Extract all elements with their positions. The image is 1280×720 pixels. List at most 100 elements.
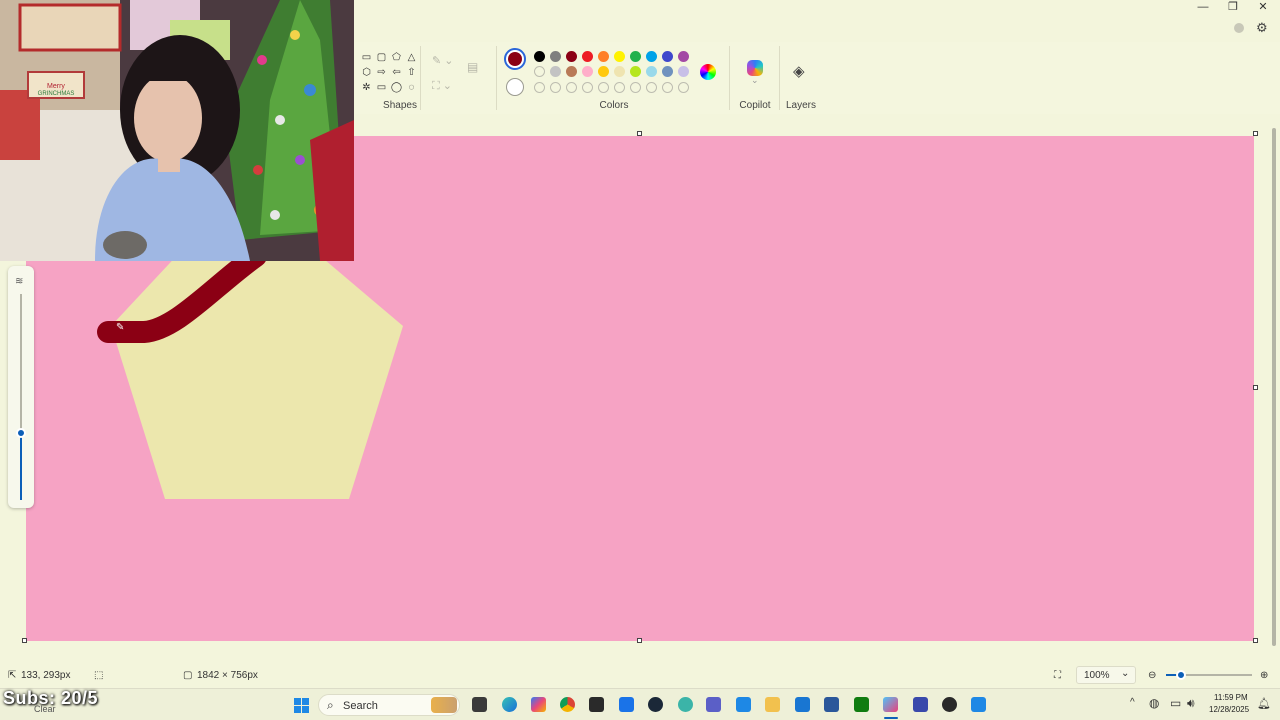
rectangle-shape-icon[interactable]: ▭ — [359, 50, 374, 65]
palette-swatch[interactable] — [598, 66, 609, 77]
edit-colors-icon[interactable] — [700, 64, 716, 80]
hexagon-shape-icon[interactable]: ⬡ — [359, 65, 374, 80]
palette-swatch[interactable] — [662, 82, 673, 93]
outline-brush-icon[interactable]: ✎ ⌄ — [432, 54, 454, 67]
shape-properties-icon[interactable]: ▤ — [467, 60, 478, 74]
arrow-left-shape-icon[interactable]: ⇦ — [389, 65, 404, 80]
volume-icon[interactable]: 🔊︎ — [1187, 696, 1195, 711]
palette-swatch[interactable] — [566, 82, 577, 93]
zoom-slider-thumb[interactable] — [1176, 670, 1186, 680]
network-globe-icon[interactable]: ◍ — [1149, 696, 1159, 710]
app-purple-icon[interactable] — [913, 697, 928, 712]
start-windows-icon[interactable] — [294, 698, 309, 713]
palette-swatch[interactable] — [646, 66, 657, 77]
palette-swatch[interactable] — [582, 82, 593, 93]
polygon-shape-icon[interactable]: ⬠ — [389, 50, 404, 65]
palette-swatch[interactable] — [550, 51, 561, 62]
palette-swatch[interactable] — [630, 82, 641, 93]
palette-swatch[interactable] — [678, 66, 689, 77]
palette-swatch[interactable] — [646, 51, 657, 62]
epic-games-icon[interactable] — [589, 697, 604, 712]
resize-handle[interactable] — [1253, 131, 1258, 136]
palette-swatch[interactable] — [662, 66, 673, 77]
palette-swatch[interactable] — [550, 66, 561, 77]
copilot-app-icon[interactable] — [531, 697, 546, 712]
palette-swatch[interactable] — [678, 51, 689, 62]
zoom-slider[interactable] — [1166, 670, 1252, 680]
palette-swatch[interactable] — [678, 82, 689, 93]
steam-icon[interactable] — [648, 697, 663, 712]
palette-swatch[interactable] — [582, 51, 593, 62]
slider-thumb[interactable] — [16, 428, 26, 438]
palette-swatch[interactable] — [566, 66, 577, 77]
app-teal-icon[interactable] — [678, 697, 693, 712]
star-shape-icon[interactable]: ✲ — [359, 80, 374, 95]
secondary-color-selector[interactable] — [506, 78, 524, 96]
triangle-shape-icon[interactable]: △ — [404, 50, 419, 65]
palette-swatch[interactable] — [566, 51, 577, 62]
mail-icon[interactable] — [795, 697, 810, 712]
chrome-icon[interactable] — [560, 697, 575, 712]
copilot-icon[interactable] — [747, 60, 763, 76]
resize-handle[interactable] — [22, 638, 27, 643]
fill-bucket-icon[interactable]: ⛶ ⌄ — [432, 79, 452, 93]
palette-swatch[interactable] — [534, 82, 545, 93]
task-view-icon[interactable] — [472, 697, 487, 712]
brush-size-slider[interactable]: ≋ — [8, 266, 34, 508]
palette-swatch[interactable] — [614, 66, 625, 77]
rounded-rectangle-shape-icon[interactable]: ▢ — [374, 50, 389, 65]
oval-callout-shape-icon[interactable]: ◯ — [389, 80, 404, 95]
palette-swatch[interactable] — [550, 82, 561, 93]
heart-app-icon[interactable] — [736, 697, 751, 712]
resize-handle[interactable] — [1253, 385, 1258, 390]
copilot-dropdown-icon[interactable]: ⌄ — [751, 75, 759, 86]
palette-swatch[interactable] — [630, 66, 641, 77]
file-explorer-icon[interactable] — [765, 697, 780, 712]
paint-app-icon[interactable] — [883, 697, 898, 712]
layers-icon[interactable]: ◈ — [793, 62, 805, 80]
palette-swatch[interactable] — [646, 82, 657, 93]
app-blue-a-icon[interactable] — [619, 697, 634, 712]
palette-swatch[interactable] — [534, 66, 545, 77]
resize-handle[interactable] — [1253, 638, 1258, 643]
palette-swatch[interactable] — [630, 51, 641, 62]
zoom-in-icon[interactable]: ⊕ — [1260, 670, 1268, 681]
account-icon[interactable] — [1234, 23, 1244, 33]
palette-swatch[interactable] — [598, 82, 609, 93]
zoom-out-icon[interactable]: ⊖ — [1148, 670, 1156, 681]
taskbar-search[interactable]: ⌕ Search — [318, 694, 460, 716]
palette-swatch[interactable] — [534, 51, 545, 62]
notification-bell-icon[interactable]: 🔔︎ — [1257, 697, 1271, 710]
restore-button[interactable]: ❐ — [1218, 0, 1248, 14]
settings-gear-icon[interactable]: ⚙ — [1256, 20, 1268, 36]
palette-swatch[interactable] — [582, 66, 593, 77]
xbox-icon[interactable] — [854, 697, 869, 712]
palette-swatch[interactable] — [662, 51, 673, 62]
edge-icon[interactable] — [502, 697, 517, 712]
taskbar: Clear ⌕ Search ^ ◍ ▭ 🔊︎ 11:59 PM 12/28/2… — [0, 688, 1280, 720]
teams-icon[interactable] — [706, 697, 721, 712]
clock-time[interactable]: 11:59 PM — [1214, 693, 1248, 702]
arrow-up-shape-icon[interactable]: ⇧ — [404, 65, 419, 80]
store-icon[interactable] — [824, 697, 839, 712]
obs-icon[interactable] — [942, 697, 957, 712]
cloud-callout-shape-icon[interactable]: ◌ — [404, 80, 419, 95]
arrow-right-shape-icon[interactable]: ⇨ — [374, 65, 389, 80]
display-icon[interactable]: ▭ — [1170, 696, 1181, 710]
tray-overflow-icon[interactable]: ^ — [1130, 697, 1135, 708]
vertical-scrollbar[interactable] — [1272, 128, 1276, 646]
callout-shape-icon[interactable]: ▭ — [374, 80, 389, 95]
fit-to-window-icon[interactable]: ⛶ — [1054, 670, 1061, 681]
palette-swatch[interactable] — [614, 82, 625, 93]
resize-handle[interactable] — [637, 638, 642, 643]
primary-color-selector[interactable] — [504, 48, 526, 70]
close-button[interactable]: ✕ — [1248, 0, 1278, 14]
palette-swatch[interactable] — [614, 51, 625, 62]
zoom-select[interactable]: 100% ⌄ — [1076, 666, 1136, 684]
resize-handle[interactable] — [637, 131, 642, 136]
palette-swatch[interactable] — [598, 51, 609, 62]
minimize-button[interactable]: — — [1188, 0, 1218, 14]
shapes-group-label: Shapes — [383, 100, 417, 111]
clock-date[interactable]: 12/28/2025 — [1209, 705, 1249, 714]
photos-icon[interactable] — [971, 697, 986, 712]
